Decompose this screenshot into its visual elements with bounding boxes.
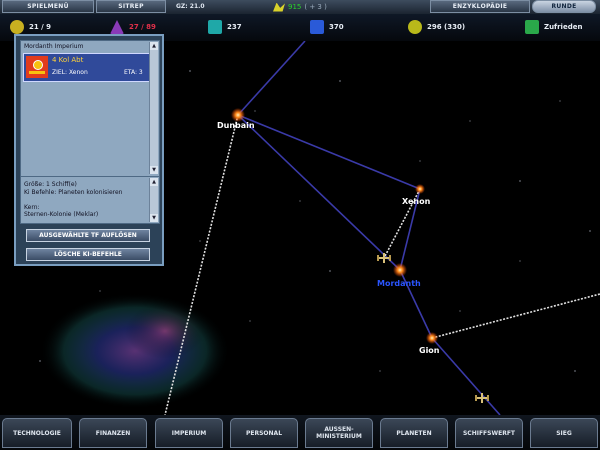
encyclopedia-button[interactable]: ENZYKLOPÄDIE	[430, 0, 530, 13]
morale-value: Zufrieden	[544, 23, 583, 31]
disband-fleet-button[interactable]: AUSGEWÄHLTE TF AUFLÖSEN	[26, 229, 150, 242]
fleet-eta: ETA: 3	[124, 69, 143, 76]
tab-schiffswerft[interactable]: SCHIFFSWERFT	[455, 418, 523, 448]
game-menu-button[interactable]: SPIELMENÜ	[2, 0, 94, 13]
research-icon	[208, 20, 222, 34]
info-line	[21, 196, 159, 204]
info-line: Ki Befehle: Planeten kolonisieren	[24, 188, 123, 196]
fleet-row[interactable]: 4 Kol Abt ZIEL: Xenon ETA: 3	[23, 53, 157, 82]
scroll-up-arrow-icon[interactable]: ▲	[150, 42, 158, 50]
system-label-xenon[interactable]: Xenon	[402, 197, 430, 206]
resource-research: 237	[208, 18, 242, 36]
system-label-gion[interactable]: Gion	[419, 346, 440, 355]
star-dunbain[interactable]	[231, 108, 245, 122]
command-icon	[110, 20, 124, 34]
star-gion[interactable]	[426, 332, 438, 344]
command-value: 27 / 89	[129, 23, 156, 31]
ship-icon[interactable]	[377, 253, 391, 263]
tab-sieg[interactable]: SIEG	[530, 418, 598, 448]
tab-imperium[interactable]: IMPERIUM	[155, 418, 223, 448]
info-line: Größe: 1 Schiff(e)	[24, 181, 77, 188]
resource-morale: Zufrieden	[525, 18, 582, 36]
tab-aussenministerium[interactable]: AUSSEN- MINISTERIUM	[305, 418, 373, 448]
scroll-up-arrow-icon[interactable]: ▲	[150, 178, 158, 186]
food-icon	[408, 20, 422, 34]
credits-icon	[273, 2, 285, 12]
credits-value: 915	[288, 3, 302, 11]
resource-industry: 370	[310, 18, 344, 36]
colony-icon	[10, 20, 24, 34]
system-label-dunbain[interactable]: Dunbain	[217, 121, 255, 130]
top-menu-bar: SPIELMENÜ SITREP GZ: 21.0 915 ( + 3 ) EN…	[0, 0, 600, 15]
scroll-down-arrow-icon[interactable]: ▼	[150, 214, 158, 222]
star-xenon[interactable]	[415, 184, 425, 194]
food-value: 296 (330)	[427, 23, 466, 31]
tab-planeten[interactable]: PLANETEN	[380, 418, 448, 448]
clear-ai-orders-button[interactable]: LÖSCHE KI-BEFEHLE	[26, 248, 150, 261]
fleet-list: Mordanth Imperium 4 Kol Abt ZIEL: Xenon …	[20, 40, 160, 177]
star-mordanth[interactable]	[393, 263, 407, 277]
nebula-core	[125, 303, 205, 359]
fleet-list-scrollbar[interactable]: ▲ ▼	[149, 42, 158, 174]
credits-delta: ( + 3 )	[304, 3, 327, 11]
fleet-info-box: Größe: 1 Schiff(e) Ki Befehle: Planeten …	[20, 176, 160, 224]
fleet-panel: Mordanth Imperium 4 Kol Abt ZIEL: Xenon …	[14, 34, 164, 266]
empire-flag-icon	[26, 56, 48, 78]
ship-icon[interactable]	[475, 393, 489, 403]
empire-name: Mordanth Imperium	[24, 43, 84, 50]
tab-personal[interactable]: PERSONAL	[230, 418, 298, 448]
credits-display: 915 ( + 3 )	[273, 1, 327, 13]
tab-aussen-line1: AUSSEN-	[324, 426, 354, 433]
tab-finanzen[interactable]: FINANZEN	[79, 418, 147, 448]
tab-technologie[interactable]: TECHNOLOGIE	[2, 418, 72, 448]
stardate: GZ: 21.0	[176, 3, 205, 10]
industry-icon	[310, 20, 324, 34]
colonies-value: 21 / 9	[29, 23, 52, 31]
bottom-tab-bar: TECHNOLOGIE FINANZEN IMPERIUM PERSONAL A…	[0, 415, 600, 450]
fleet-name: 4 Kol Abt	[52, 56, 84, 64]
morale-icon	[525, 20, 539, 34]
tab-aussen-line2: MINISTERIUM	[316, 433, 362, 440]
nebula	[40, 293, 230, 409]
info-line: Sternen-Kolonie (Meklar)	[24, 211, 99, 218]
industry-value: 370	[329, 23, 344, 31]
system-label-mordanth[interactable]: Mordanth	[377, 279, 421, 288]
travel-paths	[164, 114, 600, 415]
info-line: Kern:	[24, 203, 40, 211]
end-turn-button[interactable]: RUNDE	[532, 0, 596, 13]
sitrep-button[interactable]: SITREP	[96, 0, 166, 13]
starlanes	[237, 41, 501, 415]
resource-food: 296 (330)	[408, 18, 465, 36]
research-value: 237	[227, 23, 242, 31]
info-scrollbar[interactable]: ▲ ▼	[149, 178, 158, 222]
fleet-target: ZIEL: Xenon	[52, 69, 88, 76]
scroll-down-arrow-icon[interactable]: ▼	[150, 166, 158, 174]
